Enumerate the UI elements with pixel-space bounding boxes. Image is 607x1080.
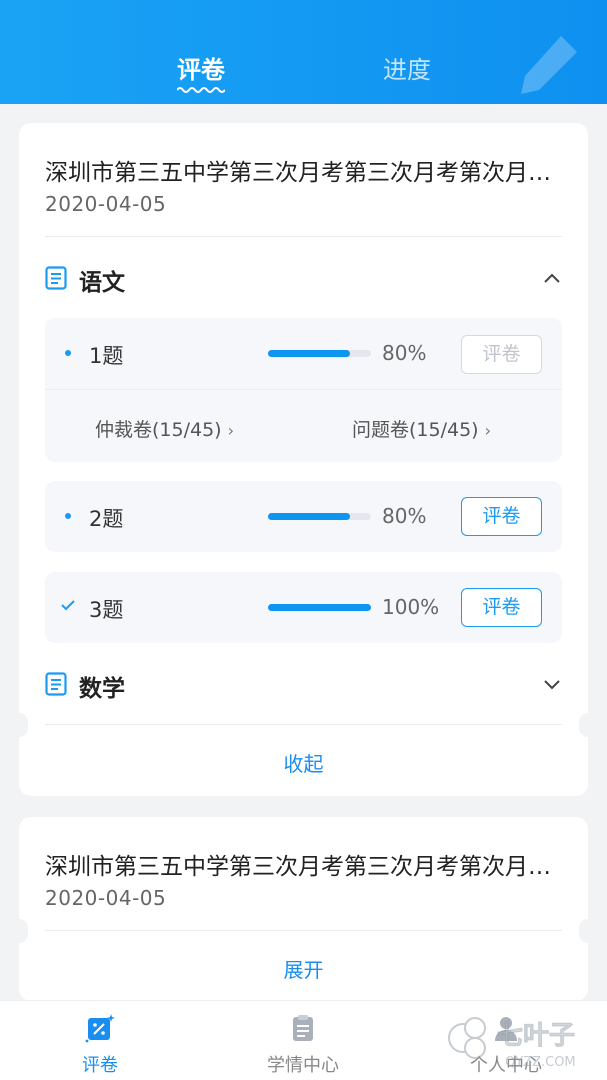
watermark-text: 七叶子 xyxy=(497,1021,575,1051)
divider xyxy=(45,724,562,725)
divider xyxy=(45,236,562,237)
active-tab-wavy-underline xyxy=(177,87,225,93)
watermark-logo: 七叶子 QYZZ.COM xyxy=(448,1017,576,1070)
bullet-dot xyxy=(65,513,71,519)
grade-button[interactable]: 评卷 xyxy=(461,588,542,627)
grade-button[interactable]: 评卷 xyxy=(461,497,542,536)
chevron-right-icon: › xyxy=(484,421,491,440)
divider xyxy=(45,389,562,390)
clipboard-icon xyxy=(293,1015,313,1041)
link-label: 问题卷(15/45) xyxy=(352,419,479,441)
card-notch xyxy=(10,713,28,737)
problem-papers-link[interactable]: 问题卷(15/45) › xyxy=(352,415,491,442)
chevron-up-icon[interactable] xyxy=(542,268,562,288)
progress-percent: 80% xyxy=(382,504,427,528)
collapse-button[interactable]: 收起 xyxy=(19,748,588,777)
question-item-1: 1题 80% 评卷 仲裁卷(15/45) › 问题卷(15/45) › xyxy=(45,318,562,462)
chevron-right-icon: › xyxy=(227,421,234,440)
progress-bar xyxy=(268,350,371,357)
progress-fill xyxy=(268,513,351,520)
exam-title: 深圳市第三五中学第三次月考第三次月考第次月考第三次月考 xyxy=(45,854,565,880)
subject-name: 数学 xyxy=(79,676,125,702)
card-notch xyxy=(579,713,597,737)
divider xyxy=(45,930,562,931)
progress-percent: 80% xyxy=(382,341,427,365)
progress-bar xyxy=(268,604,371,611)
grading-icon xyxy=(85,1014,115,1043)
watermark-subtext: QYZZ.COM xyxy=(505,1055,576,1070)
document-icon xyxy=(45,672,67,696)
top-header: 评卷 进度 xyxy=(0,0,607,104)
card-notch xyxy=(10,919,28,943)
expand-button[interactable]: 展开 xyxy=(19,954,588,983)
link-label: 仲裁卷(15/45) xyxy=(95,419,222,441)
question-label: 3题 xyxy=(89,598,124,622)
tab-progress[interactable]: 进度 xyxy=(383,50,431,85)
exam-card: 深圳市第三五中学第三次月考第三次月考第次月考第三次月考 2020-04-05 展… xyxy=(10,817,597,1001)
exam-date: 2020-04-05 xyxy=(45,886,167,910)
exam-date: 2020-04-05 xyxy=(45,192,167,216)
exam-card: 深圳市第三五中学第三次月考第三次月考第次月考第三次月考 2020-04-05 语… xyxy=(10,123,597,796)
arbitration-papers-link[interactable]: 仲裁卷(15/45) › xyxy=(95,415,234,442)
chevron-down-icon[interactable] xyxy=(542,674,562,694)
nav-item-grading[interactable]: 评卷 xyxy=(30,1001,170,1080)
progress-bar xyxy=(268,513,371,520)
subject-name: 语文 xyxy=(79,270,125,296)
subject-header-math[interactable]: 数学 xyxy=(45,664,562,704)
question-item-2: 2题 80% 评卷 xyxy=(45,481,562,552)
tab-grading[interactable]: 评卷 xyxy=(177,50,225,85)
question-label: 1题 xyxy=(89,344,124,368)
progress-fill xyxy=(268,350,351,357)
checkmark-icon xyxy=(61,600,75,611)
pencil-icon xyxy=(521,36,577,94)
document-icon xyxy=(45,266,67,290)
nav-item-learning-center[interactable]: 学情中心 xyxy=(233,1001,373,1080)
question-label: 2题 xyxy=(89,507,124,531)
nav-label: 学情中心 xyxy=(267,1055,339,1076)
progress-percent: 100% xyxy=(382,595,440,619)
nav-label: 评卷 xyxy=(82,1055,118,1076)
card-notch xyxy=(579,919,597,943)
exam-title: 深圳市第三五中学第三次月考第三次月考第次月考第三次月考 xyxy=(45,160,565,186)
question-item-3: 3题 100% 评卷 xyxy=(45,572,562,643)
bullet-dot xyxy=(65,350,71,356)
grade-button-disabled[interactable]: 评卷 xyxy=(461,335,542,374)
progress-fill xyxy=(268,604,371,611)
subject-header-chinese[interactable]: 语文 xyxy=(45,258,562,298)
